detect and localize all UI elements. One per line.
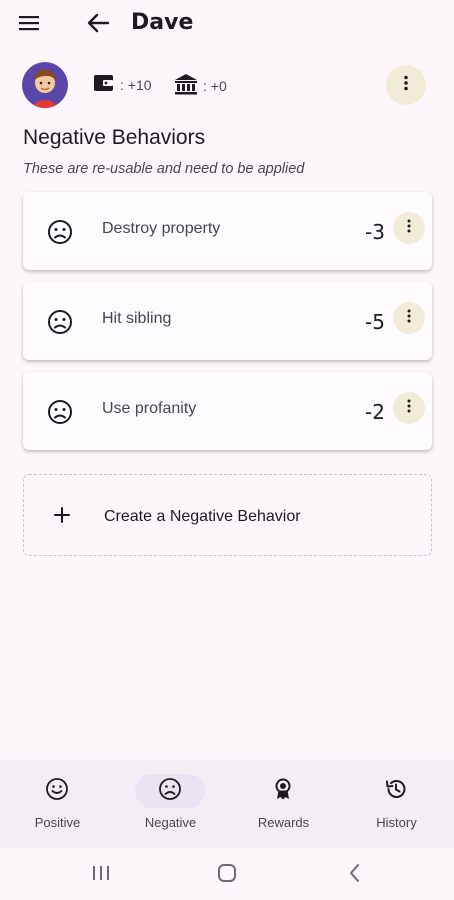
history-icon [384,777,408,806]
home-icon[interactable] [216,862,238,889]
plus-icon [52,505,72,530]
nav-history[interactable]: History [340,760,453,848]
nav-label: Negative [144,815,197,830]
behavior-name: Use profanity [102,400,197,417]
behavior-points: -5 [365,310,385,334]
sad-face-icon [47,399,73,430]
create-label: Create a Negative Behavior [104,508,301,525]
bottom-navigation: Positive Negative Rewards History [0,760,454,848]
behavior-options-button[interactable] [393,212,425,244]
recent-apps-icon[interactable] [90,862,112,889]
top-app-bar: Dave [0,0,454,46]
more-vert-icon [406,309,412,328]
bank-value: : +0 [203,77,227,94]
wallet-value: : +10 [120,76,152,93]
system-back-icon[interactable] [344,862,366,889]
behavior-points: -2 [365,400,385,424]
bank-icon [173,72,203,99]
behavior-name: Hit sibling [102,310,172,327]
wallet-stat: : +10 [92,72,152,97]
behavior-card[interactable]: Destroy property -3 [23,192,432,270]
sad-face-icon [158,777,182,806]
more-options-button[interactable] [386,65,426,105]
nav-label: Positive [34,815,81,830]
nav-rewards[interactable]: Rewards [227,760,340,848]
more-vert-icon [406,219,412,238]
nav-negative[interactable]: Negative [114,760,227,848]
award-ribbon-icon [271,777,295,806]
nav-positive[interactable]: Positive [1,760,114,848]
wallet-icon [92,72,120,97]
sad-face-icon [47,309,73,340]
sad-face-icon [47,219,73,250]
back-arrow-icon[interactable] [84,9,112,37]
behavior-card[interactable]: Use profanity -2 [23,372,432,450]
behavior-points: -3 [365,220,385,244]
avatar[interactable] [22,62,68,108]
more-vert-icon [403,75,409,96]
create-negative-behavior-button[interactable]: Create a Negative Behavior [23,474,432,556]
behavior-card[interactable]: Hit sibling -5 [23,282,432,360]
behavior-options-button[interactable] [393,392,425,424]
smile-icon [45,777,69,806]
behavior-options-button[interactable] [393,302,425,334]
behavior-name: Destroy property [102,220,221,237]
section-subtitle: These are re-usable and need to be appli… [23,161,305,177]
more-vert-icon [406,399,412,418]
menu-icon[interactable] [16,11,42,35]
section-title: Negative Behaviors [23,126,206,149]
page-title: Dave [131,10,194,35]
system-navigation-bar [0,848,454,900]
nav-label: History [376,815,417,830]
bank-stat: : +0 [173,72,227,99]
nav-label: Rewards [257,815,310,830]
